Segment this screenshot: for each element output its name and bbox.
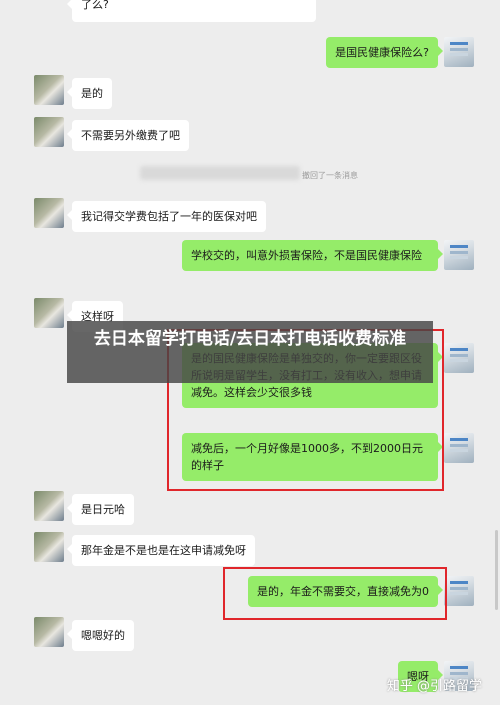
avatar-me[interactable] (444, 343, 474, 373)
avatar-contact[interactable] (34, 491, 64, 521)
message-bubble-contact: 那年金是不是也是在这申请减免呀 (67, 535, 255, 566)
avatar-me[interactable] (444, 37, 474, 67)
avatar-contact[interactable] (34, 298, 64, 328)
partial-message-bubble: 了么? (67, 0, 316, 22)
message-text: 我记得交学费包括了一年的医保对吧 (81, 210, 257, 223)
message-text: 不需要另外缴费了吧 (81, 129, 180, 142)
message-bubble-contact: 不需要另外缴费了吧 (67, 120, 189, 151)
avatar-contact[interactable] (34, 117, 64, 147)
recall-notice: 撤回了一条消息 (302, 171, 358, 180)
message-text: 学校交的，叫意外损害保险，不是国民健康保险 (191, 249, 422, 262)
avatar-me[interactable] (444, 240, 474, 270)
avatar-contact[interactable] (34, 617, 64, 647)
avatar-contact[interactable] (34, 75, 64, 105)
article-title: 去日本留学打电话/去日本打电话收费标准 (93, 329, 407, 349)
scrollbar[interactable] (495, 530, 498, 610)
blurred-content (140, 166, 300, 180)
message-bubble-me: 是国民健康保险么? (326, 37, 443, 68)
message-bubble-me: 学校交的，叫意外损害保险，不是国民健康保险 (182, 240, 443, 271)
message-text: 是国民健康保险么? (335, 46, 429, 59)
message-text: 嗯嗯好的 (81, 629, 125, 642)
highlight-box (223, 567, 447, 620)
message-bubble-contact: 是日元哈 (67, 494, 134, 525)
avatar-contact[interactable] (34, 198, 64, 228)
article-title-overlay: 去日本留学打电话/去日本打电话收费标准 (67, 321, 433, 383)
avatar-contact[interactable] (34, 532, 64, 562)
avatar-me[interactable] (444, 433, 474, 463)
message-text: 是日元哈 (81, 503, 125, 516)
message-text: 是的 (81, 87, 103, 100)
watermark: 知乎 @引路留学 (386, 679, 482, 694)
chat-screen: { "header_partial": "了么?", "recall_notic… (0, 0, 500, 705)
message-bubble-contact: 是的 (67, 78, 112, 109)
message-bubble-contact: 嗯嗯好的 (67, 620, 134, 651)
message-bubble-contact: 我记得交学费包括了一年的医保对吧 (67, 201, 266, 232)
avatar-me[interactable] (444, 576, 474, 606)
message-text: 那年金是不是也是在这申请减免呀 (81, 544, 246, 557)
message-text: 了么? (81, 0, 109, 11)
